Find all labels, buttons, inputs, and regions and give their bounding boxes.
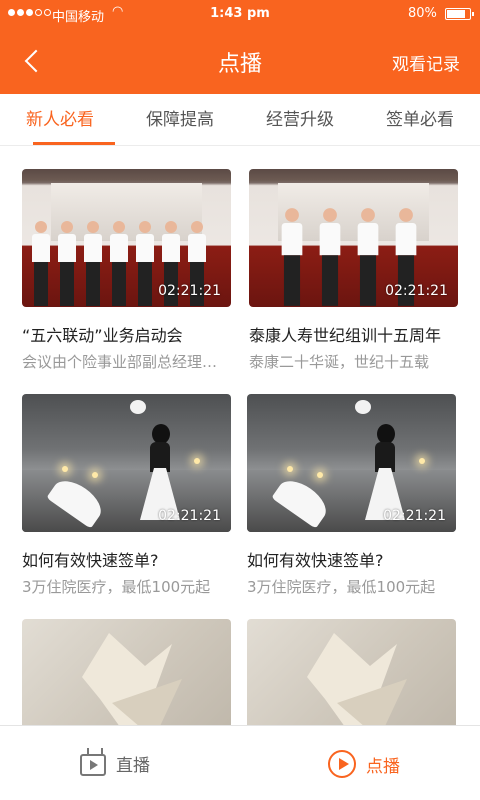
video-duration: 02:21:21 bbox=[158, 283, 221, 299]
video-title: 泰康人寿世纪组训十五周年 bbox=[249, 326, 442, 345]
video-card[interactable]: 02:21:21 如何有效快速签单? 3万住院医疗，最低100元起 bbox=[247, 394, 456, 597]
video-duration: 02:21:21 bbox=[385, 283, 448, 299]
battery-icon bbox=[445, 8, 474, 20]
video-description: 泰康二十华诞，世纪十五载 bbox=[249, 353, 430, 371]
tv-icon bbox=[80, 754, 106, 776]
video-title: 如何有效快速签单? bbox=[247, 551, 384, 570]
bottom-tab-live[interactable]: 直播 bbox=[80, 750, 150, 776]
video-description: 3万住院医疗，最低100元起 bbox=[247, 578, 436, 596]
video-thumbnail[interactable]: 02:21:21 bbox=[22, 394, 231, 532]
bottom-tab-vod[interactable]: 点播 bbox=[328, 750, 400, 778]
video-title: “五六联动”业务启动会 bbox=[22, 326, 183, 345]
video-card[interactable]: 02:21:21 如何有效快速签单? 3万住院医疗，最低100元起 bbox=[22, 394, 231, 597]
video-card[interactable]: 02:21:21 泰康人寿世纪组训十五周年 泰康二十华诞，世纪十五载 bbox=[249, 169, 458, 372]
tab-business[interactable]: 经营升级 bbox=[240, 94, 360, 145]
video-description: 3万住院医疗，最低100元起 bbox=[22, 578, 211, 596]
tab-newcomer[interactable]: 新人必看 bbox=[0, 94, 120, 145]
video-thumbnail[interactable] bbox=[247, 619, 456, 725]
watch-history-link[interactable]: 观看记录 bbox=[392, 50, 460, 75]
status-bar: 中国移动 ◠ 1:43 pm 80% bbox=[0, 0, 480, 30]
video-card[interactable] bbox=[247, 619, 456, 725]
battery-percent: 80% bbox=[408, 6, 437, 21]
bottom-tab-label: 直播 bbox=[116, 755, 150, 776]
bottom-tab-label: 点播 bbox=[366, 756, 400, 777]
video-thumbnail[interactable]: 02:21:21 bbox=[22, 169, 231, 307]
navigation-bar: 点播 观看记录 bbox=[0, 30, 480, 94]
video-thumbnail[interactable]: 02:21:21 bbox=[249, 169, 458, 307]
category-tabs: 新人必看 保障提高 经营升级 签单必看 bbox=[0, 94, 480, 146]
video-thumbnail[interactable] bbox=[22, 619, 231, 725]
tab-coverage[interactable]: 保障提高 bbox=[120, 94, 240, 145]
video-card[interactable]: 02:21:21 “五六联动”业务启动会 会议由个险事业部副总经理主持 bbox=[22, 169, 231, 372]
video-card[interactable] bbox=[22, 619, 231, 725]
bottom-tab-bar: 直播 点播 bbox=[0, 725, 480, 800]
video-title: 如何有效快速签单? bbox=[22, 551, 159, 570]
video-grid: 02:21:21 “五六联动”业务启动会 会议由个险事业部副总经理主持 02:2… bbox=[0, 147, 480, 725]
video-description: 会议由个险事业部副总经理主持 bbox=[22, 353, 231, 371]
video-thumbnail[interactable]: 02:21:21 bbox=[247, 394, 456, 532]
tab-signing[interactable]: 签单必看 bbox=[360, 94, 480, 145]
app-header: 中国移动 ◠ 1:43 pm 80% 点播 观看记录 bbox=[0, 0, 480, 94]
play-circle-icon bbox=[328, 750, 356, 778]
video-duration: 02:21:21 bbox=[158, 508, 221, 524]
video-duration: 02:21:21 bbox=[383, 508, 446, 524]
